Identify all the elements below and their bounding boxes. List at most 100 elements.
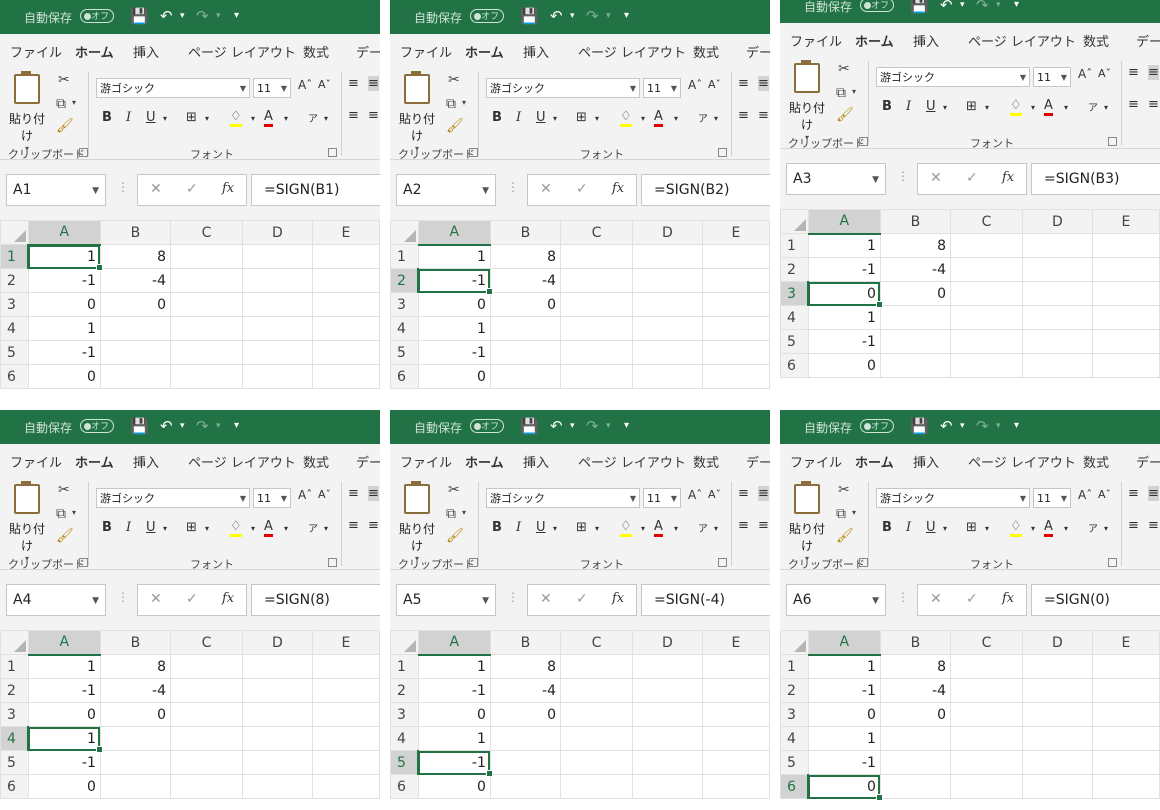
increase-font-size-icon[interactable]: Aˆ	[688, 78, 702, 92]
column-header[interactable]: A	[27, 220, 101, 246]
cell-c1[interactable]	[169, 654, 243, 679]
underline-dropdown-icon[interactable]: ▾	[163, 524, 167, 533]
column-header[interactable]: C	[949, 630, 1023, 655]
column-header[interactable]: B	[489, 630, 562, 655]
row-header[interactable]: 3	[390, 702, 419, 727]
dialog-launcher-icon[interactable]	[718, 148, 727, 157]
cell-c1[interactable]	[949, 654, 1023, 679]
cut-icon[interactable]: ✂	[838, 482, 850, 498]
borders-icon[interactable]: ⊞	[186, 110, 197, 125]
cell-b4[interactable]	[879, 726, 951, 751]
menu-tab[interactable]: 挿入	[133, 452, 159, 471]
cell-b1[interactable]: 8	[879, 233, 951, 258]
menu-tab[interactable]: 数式	[303, 452, 329, 471]
font-size-select[interactable]: 11 ▼	[253, 78, 291, 98]
cell-d6[interactable]	[631, 774, 703, 799]
column-header[interactable]: A	[417, 630, 491, 656]
borders-dropdown-icon[interactable]: ▾	[985, 524, 989, 533]
borders-dropdown-icon[interactable]: ▾	[205, 114, 209, 123]
autosave-toggle[interactable]: オフ	[470, 419, 504, 433]
phonetic-dropdown-icon[interactable]: ▾	[1104, 524, 1108, 533]
align-center-icon[interactable]: ≡	[758, 518, 769, 533]
cell-b5[interactable]	[489, 340, 562, 365]
bold-button[interactable]: B	[102, 110, 112, 125]
name-box[interactable]: A1 ▼	[6, 174, 106, 206]
autosave-toggle[interactable]: オフ	[80, 9, 114, 23]
select-all-corner[interactable]	[0, 630, 29, 655]
row-header[interactable]: 6	[390, 774, 419, 799]
format-painter-icon[interactable]: 🖌	[446, 118, 464, 134]
align-center-icon[interactable]: ≡	[1148, 97, 1159, 112]
menu-tab[interactable]: ファイル	[10, 452, 62, 471]
undo-icon[interactable]: ↶	[160, 417, 173, 435]
cell-d5[interactable]	[631, 750, 703, 775]
cell-b3[interactable]: 0	[489, 292, 562, 317]
cell-e4[interactable]	[701, 316, 770, 341]
font-color-icon[interactable]: A	[264, 520, 273, 537]
cell-b6[interactable]	[99, 774, 171, 799]
phonetic-dropdown-icon[interactable]: ▾	[714, 114, 718, 123]
fill-color-dropdown-icon[interactable]: ▾	[1031, 524, 1035, 533]
align-top-icon[interactable]: ≡	[738, 76, 749, 91]
column-header[interactable]: A	[27, 630, 101, 656]
cell-b1[interactable]: 8	[489, 654, 562, 679]
cell-b3[interactable]: 0	[879, 702, 951, 727]
cell-c5[interactable]	[560, 750, 633, 775]
row-header[interactable]: 2	[390, 678, 419, 703]
cell-b1[interactable]: 8	[489, 244, 562, 269]
row-header[interactable]: 6	[780, 353, 809, 378]
underline-button[interactable]: U	[536, 110, 546, 125]
phonetic-guide-icon[interactable]: ア	[1088, 520, 1098, 535]
align-middle-icon[interactable]: ≡	[758, 76, 769, 91]
menu-tab[interactable]: 数式	[693, 42, 719, 61]
cell-e2[interactable]	[1091, 257, 1160, 282]
copy-dropdown-icon[interactable]: ▾	[72, 508, 76, 517]
insert-function-icon[interactable]: fx	[1002, 170, 1014, 185]
customize-toolbar-icon[interactable]: ▾	[1014, 420, 1019, 431]
fill-color-icon[interactable]: ♢	[1010, 520, 1022, 537]
undo-icon[interactable]: ↶	[550, 7, 563, 25]
column-header[interactable]: B	[489, 220, 562, 245]
copy-icon[interactable]: ⧉	[836, 85, 846, 101]
borders-icon[interactable]: ⊞	[576, 520, 587, 535]
cell-e2[interactable]	[701, 268, 770, 293]
menu-tab[interactable]: ページ レイアウト	[968, 452, 1076, 471]
menu-tab[interactable]: ファイル	[10, 42, 62, 61]
increase-font-size-icon[interactable]: Aˆ	[1078, 67, 1092, 81]
insert-function-icon[interactable]: fx	[1002, 591, 1014, 606]
undo-icon[interactable]: ↶	[940, 0, 953, 14]
cell-b2[interactable]: -4	[879, 257, 951, 282]
cut-icon[interactable]: ✂	[448, 482, 460, 498]
dialog-launcher-icon[interactable]	[79, 148, 88, 157]
decrease-font-size-icon[interactable]: Aˇ	[708, 78, 721, 91]
cut-icon[interactable]: ✂	[58, 72, 70, 88]
row-header[interactable]: 6	[780, 774, 810, 799]
font-name-select[interactable]: 游ゴシック ▼	[486, 488, 640, 508]
menu-tab[interactable]: ファイル	[790, 452, 842, 471]
fill-color-icon[interactable]: ♢	[230, 520, 242, 537]
column-header[interactable]: C	[169, 220, 243, 245]
cell-c4[interactable]	[169, 726, 243, 751]
save-icon[interactable]: 💾	[910, 417, 929, 435]
cell-e1[interactable]	[701, 244, 770, 269]
align-top-icon[interactable]: ≡	[348, 486, 359, 501]
font-color-dropdown-icon[interactable]: ▾	[284, 524, 288, 533]
save-icon[interactable]: 💾	[910, 0, 929, 14]
cell-e1[interactable]	[701, 654, 770, 679]
row-header[interactable]: 3	[0, 702, 29, 727]
autosave-toggle[interactable]: オフ	[470, 9, 504, 23]
cell-a2[interactable]: -1	[27, 268, 101, 293]
align-left-icon[interactable]: ≡	[738, 518, 749, 533]
menu-tab[interactable]: デー	[1136, 31, 1160, 50]
cell-e6[interactable]	[1091, 353, 1160, 378]
menu-tab[interactable]: デー	[746, 452, 770, 471]
phonetic-guide-icon[interactable]: ア	[698, 110, 708, 125]
align-top-icon[interactable]: ≡	[738, 486, 749, 501]
cell-a4[interactable]: 1	[807, 726, 881, 751]
cell-a4[interactable]: 1	[417, 726, 491, 751]
dialog-launcher-icon[interactable]	[328, 558, 337, 567]
align-left-icon[interactable]: ≡	[738, 108, 749, 123]
cell-d5[interactable]	[1021, 750, 1093, 775]
decrease-font-size-icon[interactable]: Aˇ	[708, 488, 721, 501]
cell-d4[interactable]	[1021, 726, 1093, 751]
